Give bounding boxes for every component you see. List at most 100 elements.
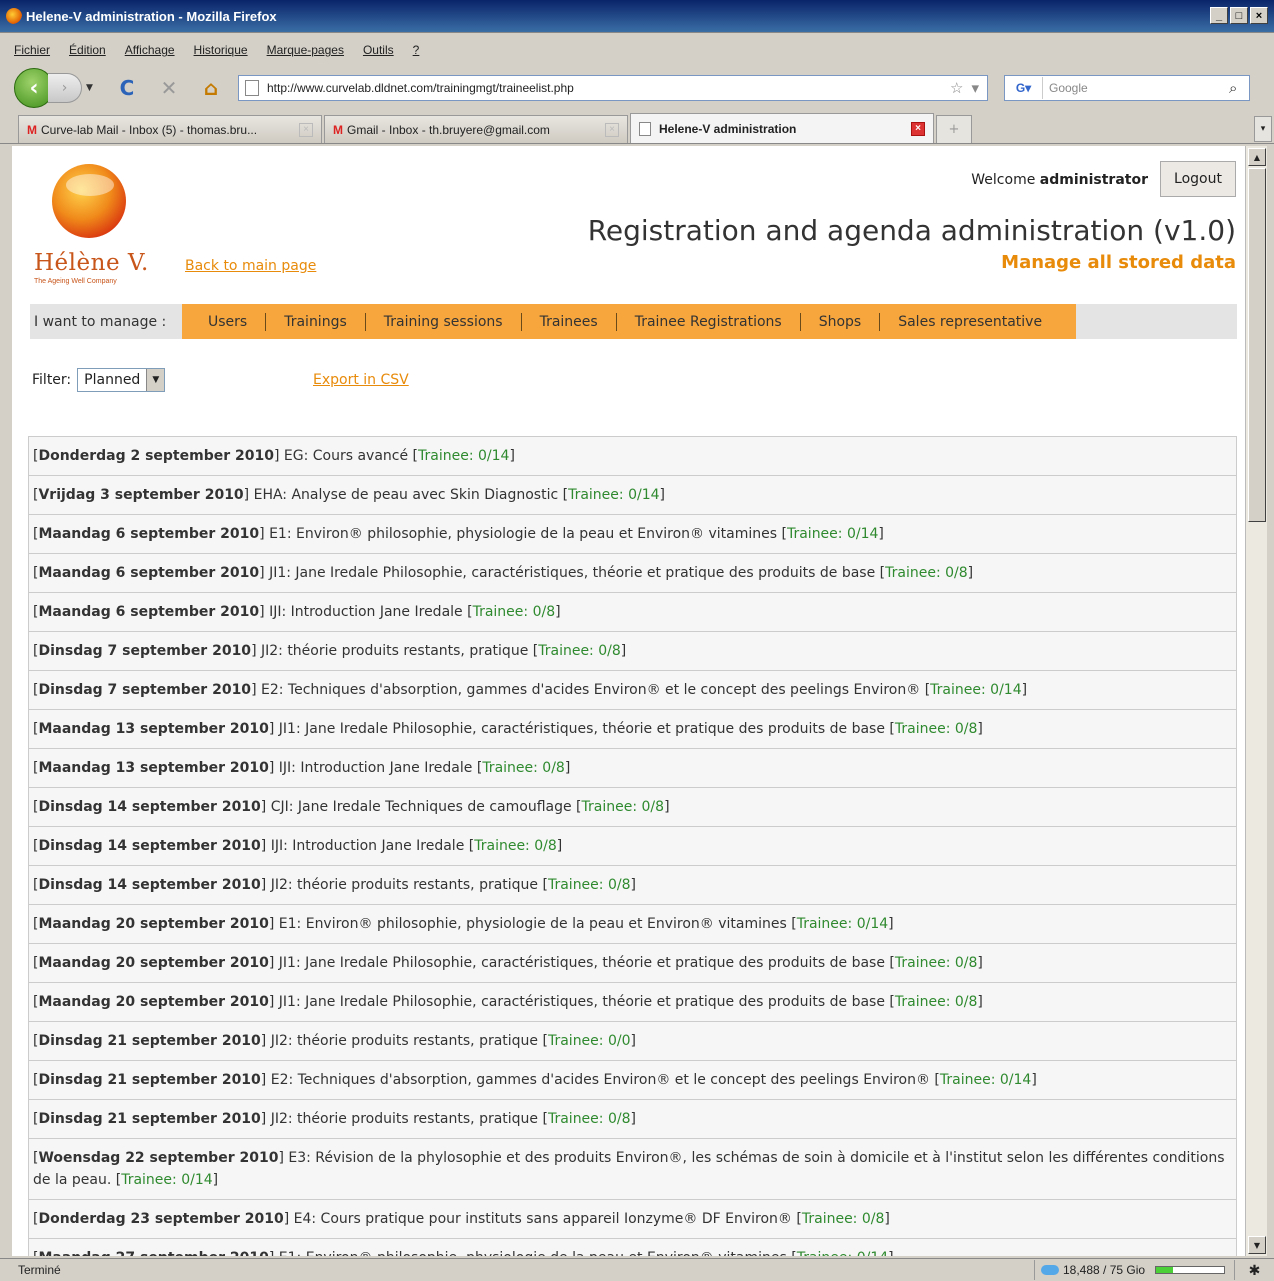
stop-icon[interactable]: ✕	[156, 75, 182, 101]
nav-trainees[interactable]: Trainees	[522, 312, 617, 331]
session-description: IJI: Introduction Jane Iredale	[278, 760, 473, 776]
tab-bar: M Curve-lab Mail - Inbox (5) - thomas.br…	[0, 113, 1274, 144]
trainee-count[interactable]: Trainee: 0/8	[548, 877, 631, 893]
menu-edit[interactable]: Édition	[69, 43, 106, 57]
session-date: Dinsdag 14 september 2010	[38, 838, 261, 854]
session-date: Maandag 6 september 2010	[38, 604, 260, 620]
tab-curvelab-mail[interactable]: M Curve-lab Mail - Inbox (5) - thomas.br…	[18, 115, 322, 143]
session-date: Maandag 13 september 2010	[38, 760, 269, 776]
session-row: [Dinsdag 21 september 2010] JI2: théorie…	[29, 1100, 1236, 1139]
session-description: E2: Techniques d'absorption, gammes d'ac…	[260, 682, 921, 698]
nav-trainee-registrations[interactable]: Trainee Registrations	[617, 312, 801, 331]
trainee-count[interactable]: Trainee: 0/8	[548, 1111, 631, 1127]
chevron-down-icon[interactable]: ▼	[146, 369, 165, 391]
window-controls: _ □ ×	[1210, 7, 1268, 24]
new-tab-button[interactable]: +	[936, 115, 972, 143]
close-icon[interactable]: ×	[1250, 7, 1268, 24]
scroll-up-icon[interactable]: ▲	[1248, 148, 1266, 166]
forward-arrow-icon: ›	[61, 80, 68, 96]
trainee-count[interactable]: Trainee: 0/8	[895, 955, 978, 971]
filter-value[interactable]: Planned	[78, 372, 146, 388]
session-date: Dinsdag 7 september 2010	[38, 682, 252, 698]
welcome-text: Welcome administrator	[971, 172, 1148, 188]
tab-list-dropdown-icon[interactable]: ▾	[1254, 116, 1272, 142]
bookmark-star-icon[interactable]: ☆	[950, 79, 963, 97]
menu-tools[interactable]: Outils	[363, 43, 394, 57]
session-row: [Vrijdag 3 september 2010] EHA: Analyse …	[29, 476, 1236, 515]
maximize-icon[interactable]: □	[1230, 7, 1248, 24]
scroll-thumb[interactable]	[1248, 168, 1266, 522]
google-engine-icon[interactable]: G▾	[1005, 77, 1043, 99]
trainee-count[interactable]: Trainee: 0/14	[940, 1072, 1031, 1088]
menu-view[interactable]: Affichage	[125, 43, 175, 57]
session-row: [Maandag 20 september 2010] JI1: Jane Ir…	[29, 983, 1236, 1022]
back-arrow-icon: ‹	[29, 75, 39, 101]
trainee-count[interactable]: Trainee: 0/14	[568, 487, 659, 503]
tab-close-icon[interactable]: ×	[299, 122, 313, 137]
trainee-count[interactable]: Trainee: 0/8	[474, 838, 557, 854]
back-to-main-link[interactable]: Back to main page	[185, 258, 316, 274]
vertical-scrollbar[interactable]: ▲ ▼	[1245, 146, 1267, 1256]
menu-bar: Fichier Édition Affichage Historique Mar…	[0, 38, 1274, 62]
session-row: [Dinsdag 21 september 2010] E2: Techniqu…	[29, 1061, 1236, 1100]
trainee-count[interactable]: Trainee: 0/8	[895, 994, 978, 1010]
session-description: E2: Techniques d'absorption, gammes d'ac…	[270, 1072, 930, 1088]
search-box[interactable]: G▾ Google ⌕	[1004, 75, 1250, 101]
session-description: IJI: Introduction Jane Iredale	[270, 838, 465, 854]
trainee-count[interactable]: Trainee: 0/8	[885, 565, 968, 581]
nav-shops[interactable]: Shops	[801, 312, 881, 331]
page-subtitle: Manage all stored data	[1001, 252, 1236, 273]
export-csv-link[interactable]: Export in CSV	[313, 372, 409, 388]
home-icon[interactable]: ⌂	[198, 75, 224, 101]
gmail-icon: M	[27, 122, 37, 137]
trainee-count[interactable]: Trainee: 0/0	[548, 1033, 631, 1049]
session-date: Maandag 20 september 2010	[38, 955, 269, 971]
trainee-count[interactable]: Trainee: 0/14	[930, 682, 1021, 698]
url-text[interactable]: http://www.curvelab.dldnet.com/trainingm…	[267, 81, 950, 95]
tab-close-icon[interactable]: ×	[605, 122, 619, 137]
session-date: Maandag 20 september 2010	[38, 916, 269, 932]
tab-gmail[interactable]: M Gmail - Inbox - th.bruyere@gmail.com ×	[324, 115, 628, 143]
reload-icon[interactable]: C	[114, 75, 140, 101]
scroll-down-icon[interactable]: ▼	[1248, 1236, 1266, 1254]
menu-history[interactable]: Historique	[194, 43, 248, 57]
trainee-count[interactable]: Trainee: 0/14	[787, 526, 878, 542]
url-bar[interactable]: http://www.curvelab.dldnet.com/trainingm…	[238, 75, 988, 101]
nav-trainings[interactable]: Trainings	[266, 312, 366, 331]
menu-help[interactable]: ?	[413, 43, 420, 57]
minimize-icon[interactable]: _	[1210, 7, 1228, 24]
session-row: [Dinsdag 14 september 2010] IJI: Introdu…	[29, 827, 1236, 866]
url-dropdown-icon[interactable]: ▾	[971, 79, 979, 97]
logout-button[interactable]: Logout	[1160, 161, 1236, 197]
tab-helene-v[interactable]: Helene-V administration ×	[630, 113, 934, 143]
trainee-count[interactable]: Trainee: 0/14	[418, 448, 509, 464]
nav-training-sessions[interactable]: Training sessions	[366, 312, 522, 331]
firefox-icon	[6, 8, 22, 24]
history-dropdown-icon[interactable]: ▼	[86, 83, 98, 93]
menu-bookmarks[interactable]: Marque-pages	[267, 43, 344, 57]
welcome-prefix: Welcome	[971, 172, 1036, 188]
filter-select[interactable]: Planned ▼	[77, 368, 166, 392]
trainee-count[interactable]: Trainee: 0/8	[582, 799, 665, 815]
storage-indicator[interactable]: 18,488 / 75 Gio	[1034, 1260, 1234, 1280]
addon-bug-icon[interactable]: ✱	[1234, 1260, 1274, 1280]
nav-users[interactable]: Users	[190, 312, 267, 331]
trainee-count[interactable]: Trainee: 0/8	[482, 760, 565, 776]
trainee-count[interactable]: Trainee: 0/8	[802, 1211, 885, 1227]
session-description: E1: Environ® philosophie, physiologie de…	[278, 916, 787, 932]
trainee-count[interactable]: Trainee: 0/8	[473, 604, 556, 620]
search-icon[interactable]: ⌕	[1229, 80, 1249, 97]
trainee-count[interactable]: Trainee: 0/14	[121, 1172, 212, 1188]
trainee-count[interactable]: Trainee: 0/8	[538, 643, 621, 659]
search-input[interactable]: Google	[1049, 81, 1229, 95]
trainee-count[interactable]: Trainee: 0/14	[797, 1250, 888, 1256]
trainee-count[interactable]: Trainee: 0/8	[895, 721, 978, 737]
forward-button[interactable]: ›	[48, 73, 82, 103]
trainee-count[interactable]: Trainee: 0/14	[797, 916, 888, 932]
logo-icon	[52, 164, 126, 238]
session-description: JI2: théorie produits restants, pratique	[270, 1111, 539, 1127]
tab-close-icon[interactable]: ×	[911, 121, 925, 136]
nav-sales-representative[interactable]: Sales representative	[880, 313, 1060, 331]
page-content: Hélène V. The Ageing Well Company Back t…	[12, 146, 1245, 1256]
menu-file[interactable]: Fichier	[14, 43, 50, 57]
